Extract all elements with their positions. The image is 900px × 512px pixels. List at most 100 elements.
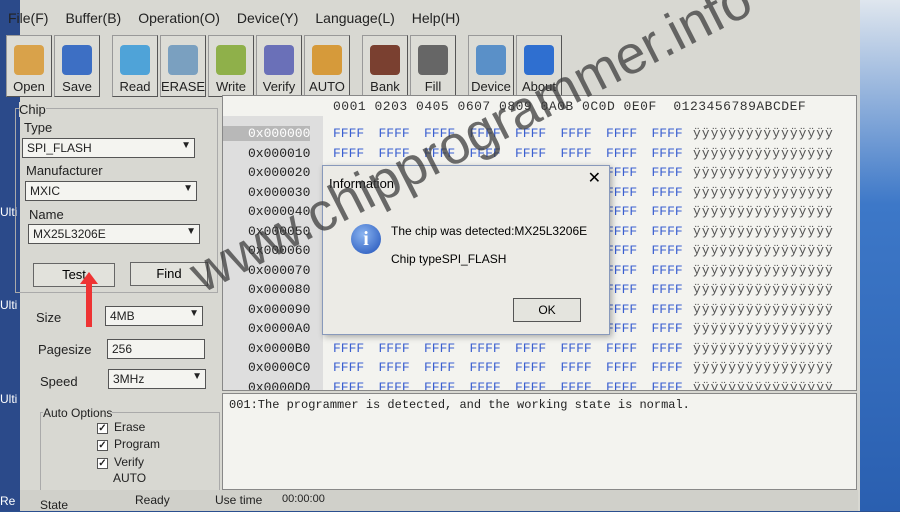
toolbar-read-button[interactable]: Read <box>112 35 158 97</box>
hex-word[interactable]: FFFF <box>561 126 592 141</box>
toolbar-open-button[interactable]: Open <box>6 35 52 97</box>
hex-word[interactable]: FFFF <box>561 360 592 375</box>
hex-word[interactable]: FFFF <box>606 146 637 161</box>
toolbar-device-button[interactable]: Device <box>468 35 514 97</box>
hex-word[interactable]: FFFF <box>424 341 455 356</box>
menu-operation[interactable]: Operation(O) <box>138 10 220 26</box>
hex-word[interactable]: FFFF <box>561 341 592 356</box>
hex-word[interactable]: FFFF <box>515 360 546 375</box>
menu-help[interactable]: Help(H) <box>412 10 460 26</box>
hex-word[interactable]: FFFF <box>379 380 410 391</box>
hex-word[interactable]: FFFF <box>470 146 501 161</box>
row-ascii: ÿÿÿÿÿÿÿÿÿÿÿÿÿÿÿÿ <box>693 282 834 297</box>
hex-word[interactable]: FFFF <box>333 360 364 375</box>
hex-word[interactable]: FFFF <box>652 165 683 180</box>
hex-word[interactable]: FFFF <box>424 380 455 391</box>
hex-word[interactable]: FFFF <box>652 360 683 375</box>
hex-word[interactable]: FFFF <box>606 165 637 180</box>
hex-word[interactable]: FFFF <box>379 341 410 356</box>
toolbar: Open Save Read ERASE Write Verify AUTO Bank Fill… <box>6 35 562 97</box>
hex-word[interactable]: FFFF <box>333 380 364 391</box>
close-icon[interactable]: ✕ <box>588 168 601 188</box>
toolbar-erase-button[interactable]: ERASE <box>160 35 206 97</box>
hex-row[interactable]: 0x000010 FFFF FFFF FFFF FFFF FFFF FFFF FFFF FFFF… <box>223 146 856 165</box>
hex-word[interactable]: FFFF <box>333 146 364 161</box>
hex-word[interactable]: FFFF <box>606 282 637 297</box>
hex-word[interactable]: FFFF <box>515 146 546 161</box>
hex-header: 0001 0203 0405 0607 0809 0A0B 0C0D 0E0F … <box>333 99 807 114</box>
hex-word[interactable]: FFFF <box>652 380 683 391</box>
hex-word[interactable]: FFFF <box>424 360 455 375</box>
manufacturer-select[interactable]: MXIC ▼ <box>25 181 197 201</box>
hex-word[interactable]: FFFF <box>652 341 683 356</box>
row-address: 0x0000B0 <box>248 340 311 356</box>
type-select[interactable]: SPI_FLASH ▼ <box>22 138 195 158</box>
pagesize-field[interactable]: 256 <box>107 339 205 359</box>
hex-word[interactable]: FFFF <box>379 360 410 375</box>
erase-checkbox[interactable]: ✓ Erase <box>97 420 145 434</box>
hex-word[interactable]: FFFF <box>652 126 683 141</box>
hex-word[interactable]: FFFF <box>606 126 637 141</box>
hex-word[interactable]: FFFF <box>424 126 455 141</box>
verify-checkbox[interactable]: ✓ Verify <box>97 455 144 469</box>
menu-device[interactable]: Device(Y) <box>237 10 298 26</box>
hex-word[interactable]: FFFF <box>606 360 637 375</box>
desktop-icon-label[interactable]: Re <box>0 494 15 508</box>
checkmark-icon: ✓ <box>97 440 108 451</box>
size-select[interactable]: 4MB ▼ <box>105 306 203 326</box>
toolbar-verify-button[interactable]: Verify <box>256 35 302 97</box>
hex-word[interactable]: FFFF <box>652 263 683 278</box>
hex-word[interactable]: FFFF <box>652 302 683 317</box>
hex-word[interactable]: FFFF <box>470 360 501 375</box>
toolbar-bank-button[interactable]: Bank <box>362 35 408 97</box>
menu-buffer[interactable]: Buffer(B) <box>65 10 121 26</box>
hex-row[interactable]: 0x0000C0 FFFF FFFF FFFF FFFF FFFF FFFF FFFF FFFF… <box>223 360 856 379</box>
hex-word[interactable]: FFFF <box>652 204 683 219</box>
hex-row[interactable]: 0x000000 FFFF FFFF FFFF FFFF FFFF FFFF FFFF FFFF… <box>223 126 856 145</box>
toolbar-save-button[interactable]: Save <box>54 35 100 97</box>
hex-word[interactable]: FFFF <box>470 126 501 141</box>
hex-word[interactable]: FFFF <box>333 126 364 141</box>
hex-word[interactable]: FFFF <box>606 224 637 239</box>
hex-word[interactable]: FFFF <box>470 380 501 391</box>
test-button[interactable]: Test <box>33 263 115 287</box>
hex-word[interactable]: FFFF <box>606 204 637 219</box>
toolbar-auto-button[interactable]: AUTO <box>304 35 350 97</box>
hex-word[interactable]: FFFF <box>652 321 683 336</box>
hex-word[interactable]: FFFF <box>652 146 683 161</box>
hex-word[interactable]: FFFF <box>606 185 637 200</box>
hex-row[interactable]: 0x0000B0 FFFF FFFF FFFF FFFF FFFF FFFF FFFF FFFF… <box>223 340 856 360</box>
hex-word[interactable]: FFFF <box>515 341 546 356</box>
hex-word[interactable]: FFFF <box>515 380 546 391</box>
hex-word[interactable]: FFFF <box>333 341 364 356</box>
hex-word[interactable]: FFFF <box>606 263 637 278</box>
ok-button[interactable]: OK <box>513 298 581 322</box>
hex-word[interactable]: FFFF <box>561 146 592 161</box>
hex-row[interactable]: 0x0000D0 FFFF FFFF FFFF FFFF FFFF FFFF FFFF FFFF… <box>223 380 856 391</box>
hex-word[interactable]: FFFF <box>606 302 637 317</box>
find-button[interactable]: Find <box>130 262 208 286</box>
hex-word[interactable]: FFFF <box>379 126 410 141</box>
row-ascii: ÿÿÿÿÿÿÿÿÿÿÿÿÿÿÿÿ <box>693 184 834 200</box>
hex-word[interactable]: FFFF <box>652 282 683 297</box>
toolbar-about-button[interactable]: About <box>516 35 562 97</box>
hex-word[interactable]: FFFF <box>424 146 455 161</box>
toolbar-write-button[interactable]: Write <box>208 35 254 97</box>
hex-word[interactable]: FFFF <box>606 341 637 356</box>
hex-word[interactable]: FFFF <box>606 243 637 258</box>
hex-word[interactable]: FFFF <box>606 380 637 391</box>
hex-word[interactable]: FFFF <box>379 146 410 161</box>
menu-language[interactable]: Language(L) <box>315 10 394 26</box>
hex-word[interactable]: FFFF <box>652 224 683 239</box>
program-checkbox[interactable]: ✓ Program <box>97 437 160 451</box>
toolbar-fill-button[interactable]: Fill <box>410 35 456 97</box>
name-select[interactable]: MX25L3206E ▼ <box>28 224 200 244</box>
hex-word[interactable]: FFFF <box>470 341 501 356</box>
hex-word[interactable]: FFFF <box>606 321 637 336</box>
hex-word[interactable]: FFFF <box>515 126 546 141</box>
speed-select[interactable]: 3MHz ▼ <box>108 369 206 389</box>
hex-word[interactable]: FFFF <box>652 185 683 200</box>
menu-file[interactable]: File(F) <box>8 10 48 26</box>
hex-word[interactable]: FFFF <box>561 380 592 391</box>
hex-word[interactable]: FFFF <box>652 243 683 258</box>
